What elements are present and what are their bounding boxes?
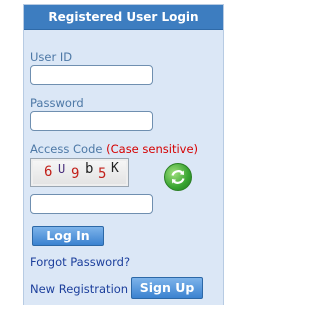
- access-code-input[interactable]: [30, 194, 153, 214]
- login-title: Registered User Login: [48, 10, 199, 24]
- captcha-char: U: [58, 162, 66, 176]
- password-label: Password: [30, 96, 84, 110]
- refresh-icon: [171, 170, 185, 184]
- captcha-char: 9: [71, 166, 80, 182]
- access-code-label-row: Access Code (Case sensitive): [30, 142, 198, 156]
- captcha-char: 6: [44, 164, 53, 180]
- captcha-char: b: [85, 161, 94, 177]
- user-id-label: User ID: [30, 50, 73, 64]
- login-panel: Registered User Login User ID Password A…: [23, 4, 224, 305]
- login-header: Registered User Login: [24, 5, 223, 30]
- new-registration-link[interactable]: New Registration: [30, 282, 128, 296]
- forgot-password-link[interactable]: Forgot Password?: [30, 255, 130, 269]
- captcha-char: 5: [98, 166, 107, 182]
- captcha-refresh-button[interactable]: [164, 163, 192, 191]
- signup-button[interactable]: Sign Up: [131, 277, 203, 299]
- captcha-char: K: [111, 161, 119, 176]
- login-button[interactable]: Log In: [32, 226, 104, 246]
- access-code-label: Access Code: [30, 142, 103, 156]
- captcha-image: 6 U 9 b 5 K: [30, 158, 129, 187]
- password-input[interactable]: [30, 111, 153, 131]
- user-id-input[interactable]: [30, 65, 153, 85]
- case-sensitive-note: (Case sensitive): [106, 142, 199, 156]
